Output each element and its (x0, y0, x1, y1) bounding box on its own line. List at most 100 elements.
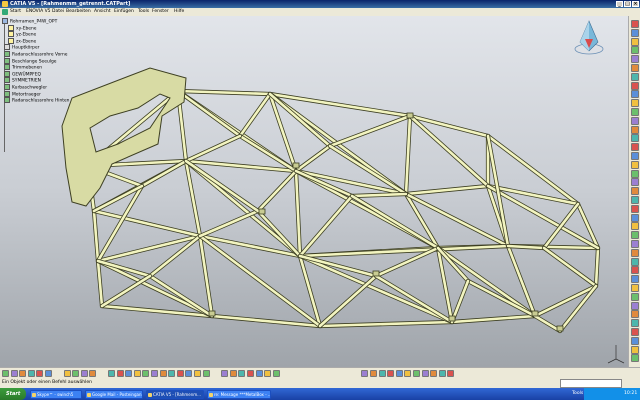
save-icon[interactable] (19, 370, 27, 377)
thread-icon[interactable] (631, 143, 639, 152)
tree-item-symmetries[interactable]: SYMMETRIEN (2, 77, 112, 84)
slot-icon[interactable] (631, 72, 639, 81)
zoom-in-icon[interactable] (151, 370, 158, 377)
wireframe-icon[interactable] (631, 328, 639, 336)
tree-root[interactable]: Rohrramen_P4W_OPT (2, 18, 112, 25)
edges-icon[interactable] (221, 370, 229, 377)
minimize-button[interactable]: _ (616, 1, 623, 7)
iso-view-icon[interactable] (176, 370, 184, 377)
copy-icon[interactable] (45, 370, 52, 377)
hide-icon[interactable] (631, 248, 639, 257)
shading-icon[interactable] (202, 370, 210, 377)
analysis-icon[interactable] (438, 370, 446, 377)
update-all-icon[interactable] (447, 370, 455, 377)
swap-icon[interactable] (631, 257, 639, 266)
frame-tube[interactable] (298, 254, 454, 324)
render-icon[interactable] (631, 336, 639, 345)
frame-tube[interactable] (238, 92, 272, 138)
knowledge-icon[interactable] (395, 370, 403, 377)
menu-enovia[interactable]: ENOVIA V5 (26, 9, 51, 15)
normal-view-icon[interactable] (631, 301, 639, 310)
mount-bracket[interactable] (448, 315, 456, 322)
frame-tube[interactable] (542, 202, 580, 250)
tree-item-rockers[interactable]: Kurbaschwegler (2, 83, 112, 91)
frame-tube[interactable] (298, 244, 510, 258)
cut-icon[interactable] (36, 370, 44, 377)
3d-viewport[interactable]: Rohrramen_P4W_OPT xy-Ebene yz-Ebene zx-E… (0, 16, 628, 367)
loft-icon[interactable] (631, 90, 639, 99)
sew-icon[interactable] (631, 160, 639, 169)
shaft-icon[interactable] (631, 46, 639, 55)
tree-item-motor-mount[interactable]: Motortraeger (2, 90, 112, 98)
publication-icon[interactable] (247, 370, 254, 377)
measure-icon[interactable] (631, 222, 639, 231)
frame-tube[interactable] (198, 234, 214, 318)
fit-all-icon[interactable] (125, 370, 133, 377)
menu-start[interactable]: Start (10, 9, 21, 15)
menu-fenster[interactable]: Fenster (152, 9, 169, 15)
frame-tube[interactable] (542, 246, 598, 288)
scale-icon[interactable] (631, 213, 639, 222)
tree-item-zx-plane[interactable]: zx-Ebene (2, 37, 112, 45)
menu-einfuegen[interactable]: Einfügen (114, 9, 134, 15)
rotate-view-icon[interactable] (631, 284, 639, 292)
taskbar-catia[interactable]: CATIA V5 - [Rahmenm... (146, 389, 204, 399)
tree-item-yz-plane[interactable]: yz-Ebene (2, 31, 112, 38)
compass-icon[interactable] (572, 18, 606, 58)
close-button[interactable]: × (632, 1, 639, 7)
print-icon[interactable] (27, 370, 35, 377)
zoom-icon[interactable] (631, 266, 639, 275)
frame-tube[interactable] (294, 144, 332, 173)
catalog-icon[interactable] (378, 370, 386, 377)
tree-item-main-body[interactable]: Hauptkörper (2, 44, 112, 51)
update-icon[interactable] (108, 370, 115, 377)
sketch-icon[interactable] (631, 20, 639, 28)
help-icon[interactable] (89, 370, 97, 377)
rib-icon[interactable] (631, 64, 639, 72)
menu-ansicht[interactable]: Ansicht (94, 9, 111, 15)
frame-tube[interactable] (328, 114, 412, 148)
open-icon[interactable] (10, 370, 18, 377)
measure-item-icon[interactable] (264, 370, 272, 377)
frame-tube[interactable] (318, 274, 378, 328)
mount-bracket[interactable] (208, 310, 216, 317)
pattern-icon[interactable] (631, 204, 639, 213)
pocket-icon[interactable] (631, 37, 639, 46)
grid-icon[interactable] (631, 354, 639, 363)
menu-bearbeiten[interactable]: Bearbeiten (66, 9, 91, 15)
multi-view-icon[interactable] (631, 310, 639, 319)
translate-icon[interactable] (631, 169, 639, 178)
redo-icon[interactable] (80, 370, 88, 377)
mount-bracket[interactable] (531, 310, 539, 317)
frame-tube[interactable] (533, 284, 598, 318)
material-icon[interactable] (229, 370, 237, 377)
tree-item-xy-plane[interactable]: xy-Ebene (2, 24, 112, 32)
maximize-button[interactable]: □ (624, 1, 631, 7)
pan-icon[interactable] (133, 370, 141, 377)
analysis-icon[interactable] (631, 240, 639, 248)
fit-all-icon[interactable] (631, 292, 639, 301)
split-icon[interactable] (631, 152, 639, 160)
frame-tube[interactable] (176, 89, 242, 138)
frame-tube[interactable] (256, 169, 298, 213)
chamfer-icon[interactable] (631, 108, 639, 116)
trap-icon[interactable] (421, 370, 429, 377)
mirror-icon[interactable] (631, 196, 639, 204)
stiffener-icon[interactable] (631, 81, 639, 90)
frame-tube[interactable] (298, 194, 354, 258)
frame-tube[interactable] (533, 314, 562, 333)
formula-icon[interactable] (370, 370, 377, 377)
rotate-icon[interactable] (142, 370, 150, 377)
fly-mode-icon[interactable] (116, 370, 124, 377)
paste-icon[interactable] (63, 370, 71, 377)
undo-icon[interactable] (72, 370, 80, 377)
law-icon[interactable] (404, 370, 412, 377)
mount-bracket[interactable] (292, 162, 300, 169)
menu-hilfe[interactable]: Hilfe (174, 9, 184, 15)
frame-tube[interactable] (92, 209, 202, 238)
hole-icon[interactable] (631, 55, 639, 64)
draft-icon[interactable] (631, 116, 639, 125)
inertia-icon[interactable] (272, 370, 280, 377)
menu-tools[interactable]: Tools (138, 9, 149, 15)
properties-icon[interactable] (238, 370, 246, 377)
